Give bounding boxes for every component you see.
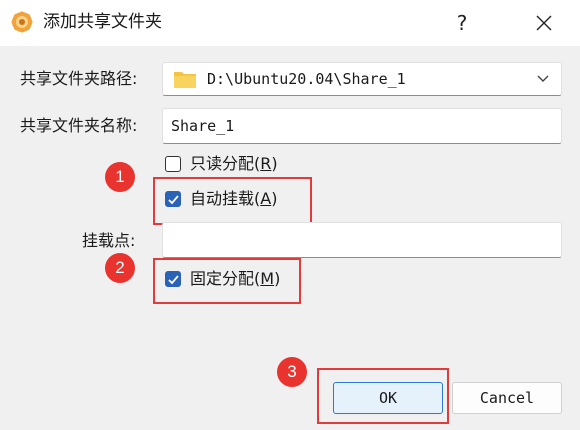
chevron-down-icon[interactable] xyxy=(537,75,549,83)
folder-name-field[interactable]: Share_1 xyxy=(162,108,562,144)
help-button[interactable]: ? xyxy=(440,6,484,40)
folder-name-value: Share_1 xyxy=(171,117,235,135)
highlight-box-permanent xyxy=(153,258,301,304)
folder-icon xyxy=(174,72,196,88)
cancel-button[interactable]: Cancel xyxy=(452,382,562,414)
close-icon xyxy=(536,15,552,31)
virtualbox-gear-icon xyxy=(11,11,33,33)
read-only-checkbox[interactable] xyxy=(165,156,181,172)
folder-path-combobox[interactable]: D:\Ubuntu20.04\Share_1 xyxy=(162,62,562,96)
annotation-badge-2: 2 xyxy=(105,253,135,283)
annotation-badge-1: 1 xyxy=(105,162,135,192)
annotation-badge-3: 3 xyxy=(277,357,307,387)
window-title: 添加共享文件夹 xyxy=(43,12,162,32)
folder-path-value: D:\Ubuntu20.04\Share_1 xyxy=(207,70,406,88)
highlight-box-ok xyxy=(317,368,449,424)
read-only-label[interactable]: 只读分配(R) xyxy=(190,154,278,174)
highlight-box-auto-mount xyxy=(153,177,312,225)
folder-path-label: 共享文件夹路径: xyxy=(20,69,138,88)
title-bar: 添加共享文件夹 ? xyxy=(0,0,580,46)
mount-point-label: 挂载点: xyxy=(82,231,136,250)
mount-point-field[interactable] xyxy=(162,222,562,258)
folder-name-label: 共享文件夹名称: xyxy=(20,116,138,135)
close-button[interactable] xyxy=(522,6,566,40)
